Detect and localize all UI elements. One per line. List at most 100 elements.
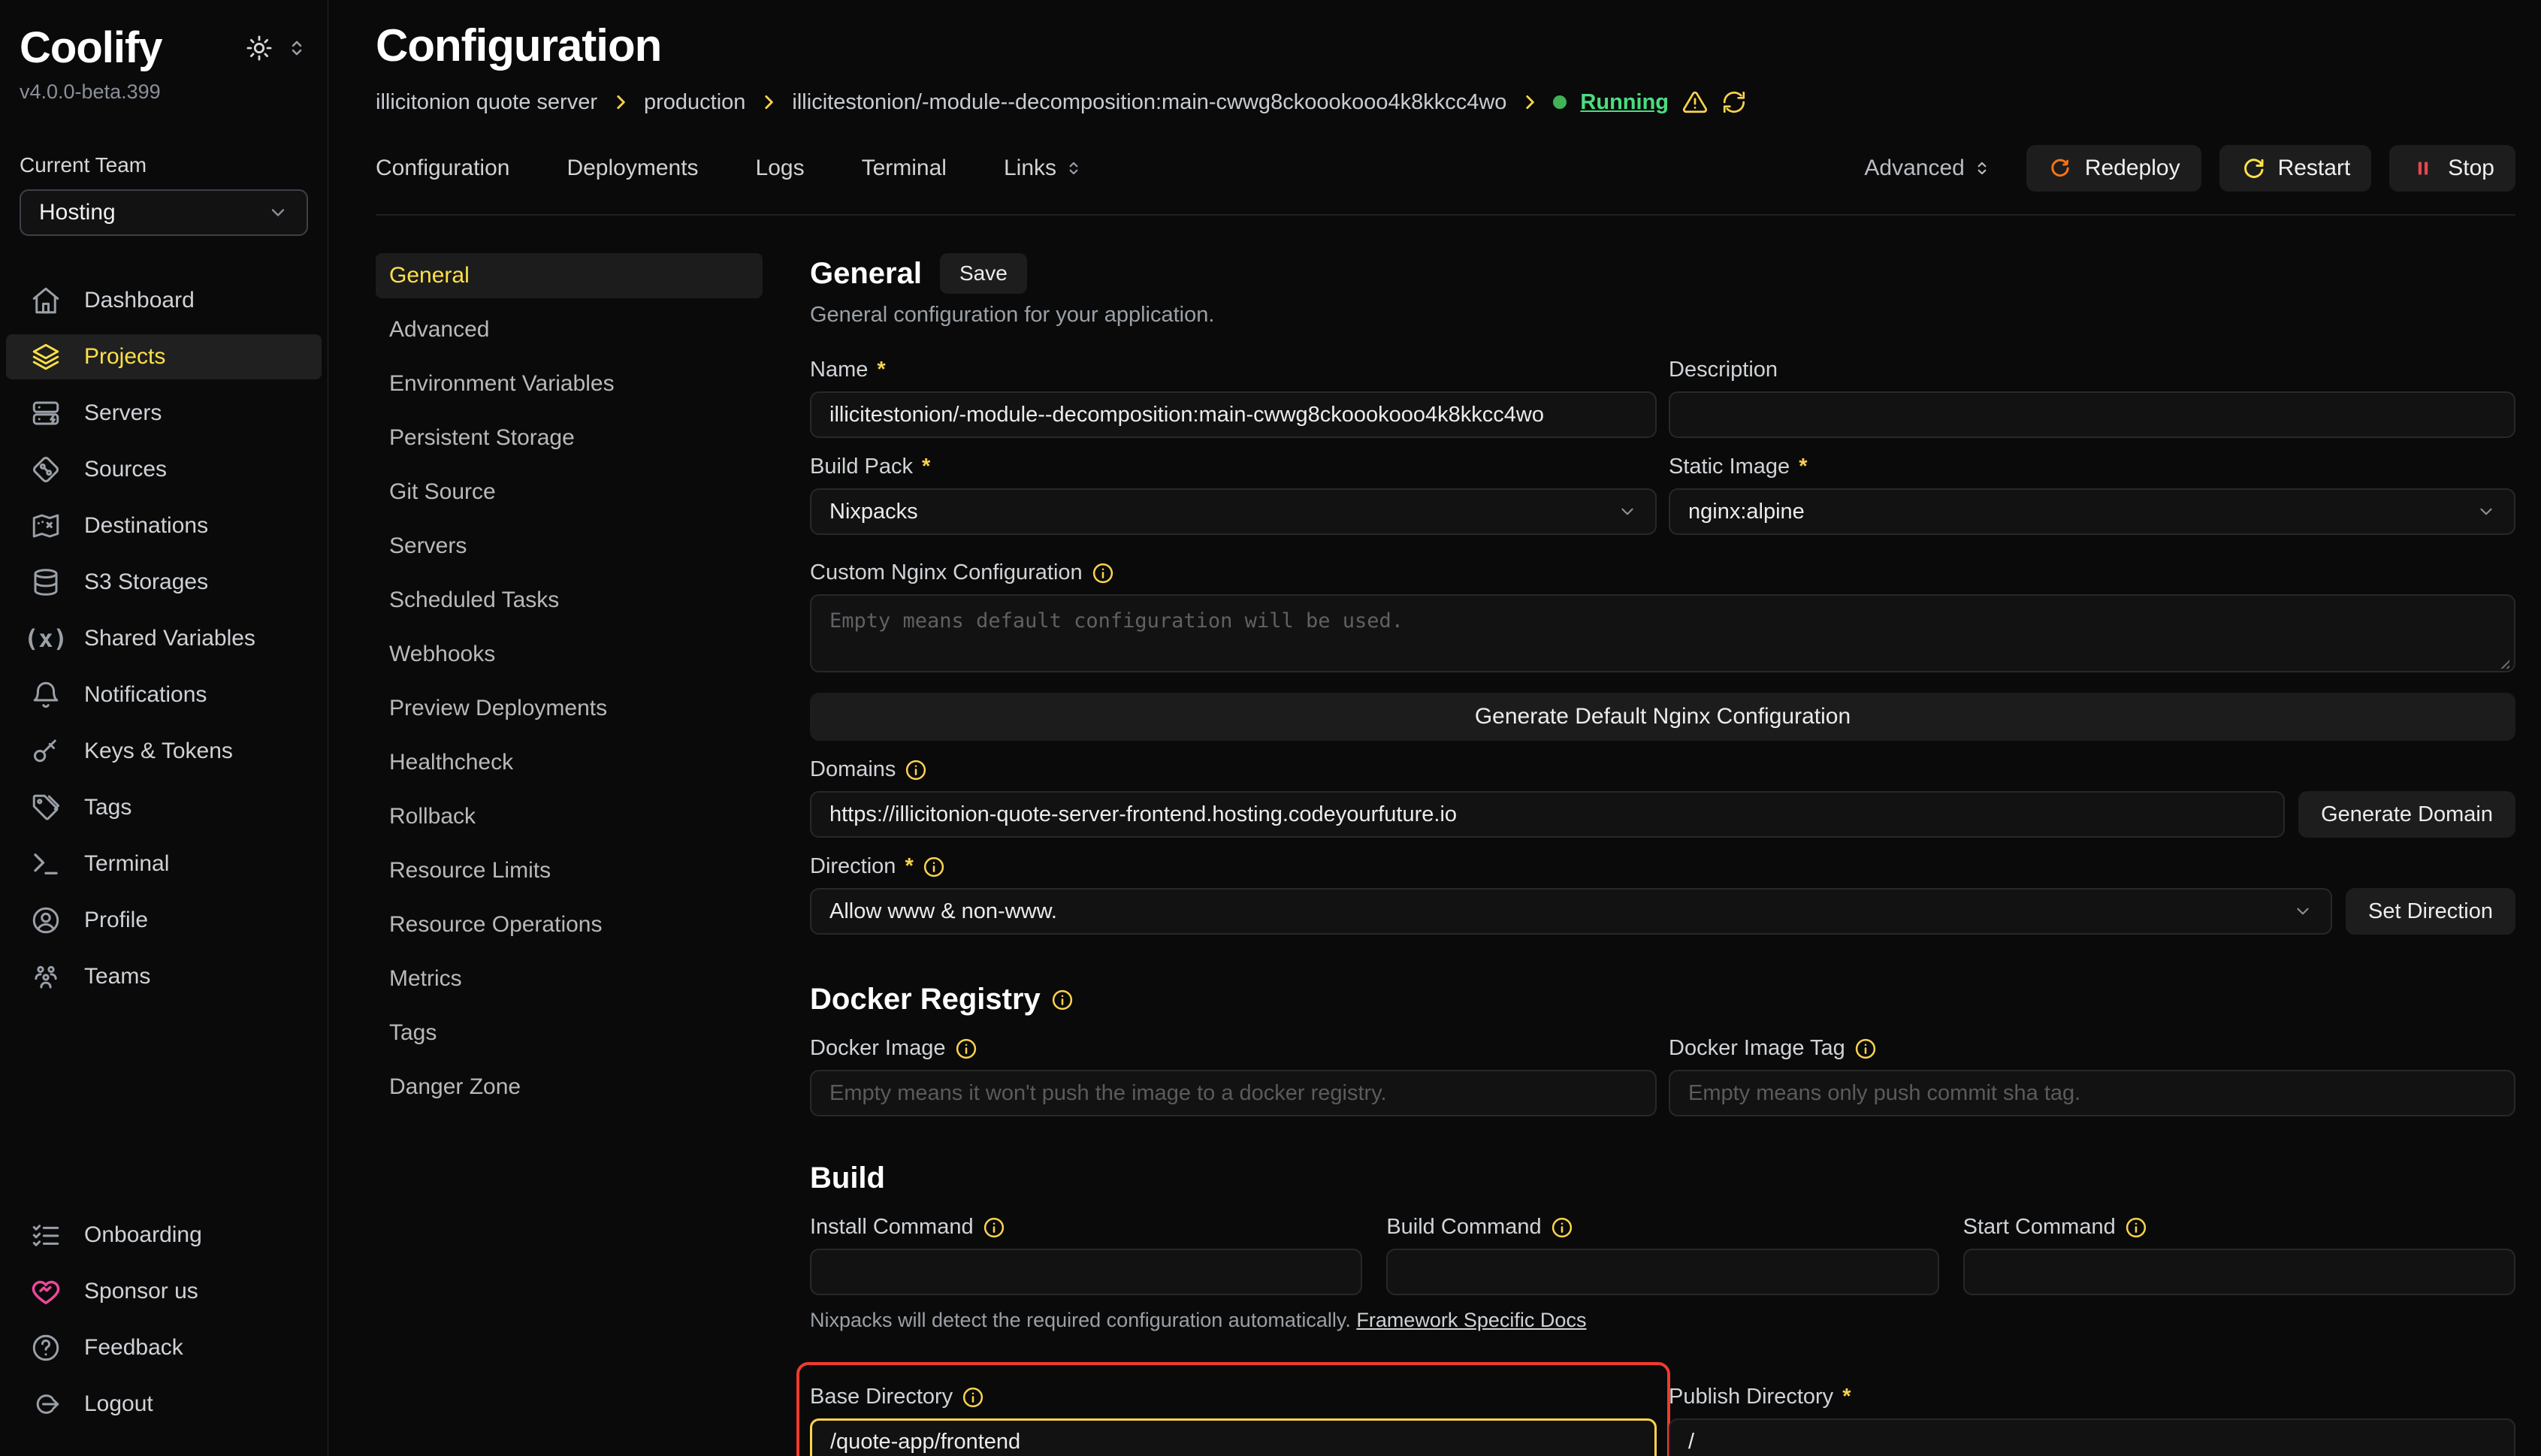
subnav-resource-limits[interactable]: Resource Limits: [376, 848, 763, 893]
sidebar-item-keys-tokens[interactable]: Keys & Tokens: [6, 729, 322, 774]
docker-image-tag-field-group: Docker Image Tag: [1669, 1036, 2515, 1116]
advanced-dropdown[interactable]: Advanced: [1864, 156, 1991, 181]
tab-logs[interactable]: Logs: [756, 156, 805, 181]
list-checks-icon: [30, 1219, 62, 1251]
sidebar: Coolify v4.0.0-beta.399 Current Team Hos…: [0, 0, 328, 1456]
set-direction-button[interactable]: Set Direction: [2346, 888, 2515, 935]
section-heading-general: General: [810, 257, 922, 291]
warning-triangle-icon[interactable]: [1682, 89, 1708, 115]
custom-nginx-textarea[interactable]: [810, 594, 2515, 672]
redeploy-button[interactable]: Redeploy: [2026, 145, 2201, 192]
install-command-input[interactable]: [810, 1249, 1362, 1295]
build-command-input[interactable]: [1386, 1249, 1938, 1295]
domains-input[interactable]: [810, 791, 2285, 838]
sidebar-item-destinations[interactable]: Destinations: [6, 503, 322, 548]
sidebar-item-tags[interactable]: Tags: [6, 785, 322, 830]
sidebar-item-label: Teams: [84, 964, 150, 989]
subnav-environment-variables[interactable]: Environment Variables: [376, 361, 763, 406]
publish-directory-input[interactable]: [1669, 1418, 2515, 1456]
sidebar-item-servers[interactable]: Servers: [6, 391, 322, 436]
sidebar-item-s3-storages[interactable]: S3 Storages: [6, 560, 322, 605]
description-input[interactable]: [1669, 391, 2515, 438]
sidebar-item-onboarding[interactable]: Onboarding: [6, 1213, 322, 1258]
sidebar-item-notifications[interactable]: Notifications: [6, 672, 322, 717]
sidebar-item-label: Feedback: [84, 1335, 183, 1361]
sidebar-item-teams[interactable]: Teams: [6, 954, 322, 999]
nixpacks-note: Nixpacks will detect the required config…: [810, 1309, 2515, 1332]
sidebar-item-logout[interactable]: Logout: [6, 1382, 322, 1427]
info-icon: [1551, 1216, 1573, 1239]
framework-docs-link[interactable]: Framework Specific Docs: [1356, 1309, 1586, 1331]
direction-select[interactable]: Allow www & non-www.: [810, 888, 2332, 935]
subnav-danger-zone[interactable]: Danger Zone: [376, 1065, 763, 1110]
tab-links[interactable]: Links: [1004, 156, 1083, 181]
map-icon: [30, 510, 62, 542]
breadcrumb-application[interactable]: illicitestonion/-module--decomposition:m…: [792, 90, 1506, 115]
subnav-healthcheck[interactable]: Healthcheck: [376, 740, 763, 785]
direction-label: Direction: [810, 854, 896, 879]
start-command-input[interactable]: [1963, 1249, 2515, 1295]
domains-row: Domains Generate Domain: [810, 757, 2515, 838]
subnav-rollback[interactable]: Rollback: [376, 794, 763, 839]
sidebar-item-label: Servers: [84, 400, 162, 426]
name-input[interactable]: [810, 391, 1657, 438]
generate-domain-button[interactable]: Generate Domain: [2298, 791, 2515, 838]
save-button[interactable]: Save: [940, 253, 1027, 294]
subnav-tags[interactable]: Tags: [376, 1010, 763, 1056]
sidebar-item-dashboard[interactable]: Dashboard: [6, 278, 322, 323]
docker-image-tag-input[interactable]: [1669, 1070, 2515, 1116]
breadcrumb-environment[interactable]: production: [644, 90, 745, 115]
heart-hands-icon: [30, 1276, 62, 1307]
app-version: v4.0.0-beta.399: [20, 80, 308, 104]
publish-directory-field-group: Publish Directory *: [1669, 1385, 2515, 1456]
sidebar-nav: Dashboard Projects Servers Sources Desti…: [6, 278, 322, 1010]
tab-configuration[interactable]: Configuration: [376, 156, 509, 181]
subnav-general[interactable]: General: [376, 253, 763, 298]
team-select[interactable]: Hosting: [20, 189, 308, 236]
subnav-scheduled-tasks[interactable]: Scheduled Tasks: [376, 578, 763, 623]
tab-terminal[interactable]: Terminal: [862, 156, 947, 181]
theme-chevrons-up-down-icon[interactable]: [286, 37, 308, 59]
theme-toggle-sun-icon[interactable]: [245, 34, 273, 62]
subnav-git-source[interactable]: Git Source: [376, 470, 763, 515]
breadcrumb-project[interactable]: illicitonion quote server: [376, 90, 597, 115]
sidebar-item-sponsor-us[interactable]: Sponsor us: [6, 1269, 322, 1314]
docker-registry-heading-text: Docker Registry: [810, 983, 1041, 1016]
static-image-select[interactable]: nginx:alpine: [1669, 488, 2515, 535]
start-command-label: Start Command: [1963, 1215, 2116, 1240]
info-icon: [962, 1386, 984, 1409]
subnav-persistent-storage[interactable]: Persistent Storage: [376, 415, 763, 461]
subnav-preview-deployments[interactable]: Preview Deployments: [376, 686, 763, 731]
sidebar-item-sources[interactable]: Sources: [6, 447, 322, 492]
static-image-field-group: Static Image* nginx:alpine: [1669, 455, 2515, 535]
subnav-servers[interactable]: Servers: [376, 524, 763, 569]
domains-label: Domains: [810, 757, 896, 782]
restart-button[interactable]: Restart: [2219, 145, 2372, 192]
sidebar-item-terminal[interactable]: Terminal: [6, 841, 322, 887]
sidebar-item-profile[interactable]: Profile: [6, 898, 322, 943]
description-field-group: Description: [1669, 358, 2515, 438]
base-directory-input[interactable]: [810, 1418, 1657, 1456]
sidebar-item-label: Notifications: [84, 682, 207, 708]
home-icon: [30, 285, 62, 316]
tab-deployments[interactable]: Deployments: [567, 156, 698, 181]
subnav-advanced[interactable]: Advanced: [376, 307, 763, 352]
build-pack-select[interactable]: Nixpacks: [810, 488, 1657, 535]
generate-nginx-button[interactable]: Generate Default Nginx Configuration: [810, 693, 2515, 741]
status-running-link[interactable]: Running: [1580, 90, 1669, 115]
docker-image-input[interactable]: [810, 1070, 1657, 1116]
subnav-metrics[interactable]: Metrics: [376, 956, 763, 1001]
redeploy-icon: [2047, 156, 2073, 181]
subnav-webhooks[interactable]: Webhooks: [376, 632, 763, 677]
base-directory-field-group: Base Directory: [810, 1385, 1657, 1456]
refresh-icon[interactable]: [1721, 89, 1747, 115]
sidebar-item-shared-variables[interactable]: (x) Shared Variables: [6, 616, 322, 661]
redeploy-label: Redeploy: [2085, 156, 2180, 181]
sidebar-item-projects[interactable]: Projects: [6, 334, 322, 379]
sidebar-item-feedback[interactable]: Feedback: [6, 1325, 322, 1370]
sidebar-item-label: S3 Storages: [84, 569, 208, 595]
stop-button[interactable]: Stop: [2389, 145, 2515, 192]
subnav-resource-operations[interactable]: Resource Operations: [376, 902, 763, 947]
tab-links-label: Links: [1004, 156, 1056, 181]
info-icon: [955, 1038, 977, 1060]
